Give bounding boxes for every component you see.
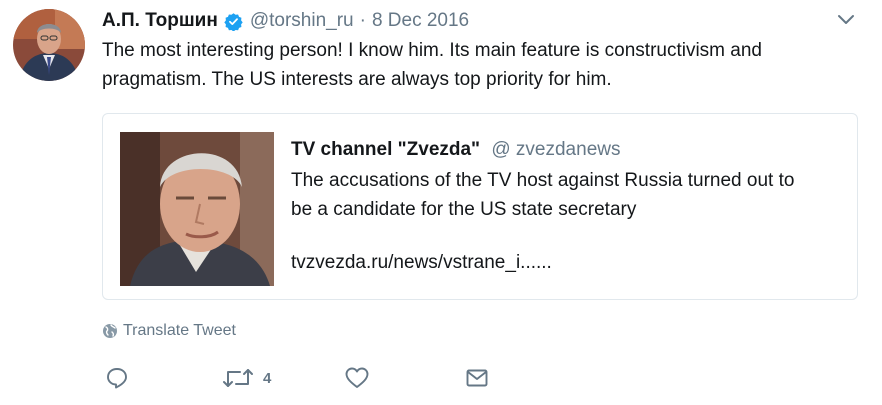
tweet-text: The most interesting person! I know him.…: [102, 36, 862, 94]
header-separator: ·: [359, 10, 366, 31]
tweet-text-line: The most interesting person! I know him.…: [102, 40, 762, 61]
tweet-text-line: pragmatism. The US interests are always …: [102, 69, 612, 90]
translate-label: Translate Tweet: [123, 322, 236, 339]
tweet-actions: 4: [0, 365, 882, 395]
quoted-author-handle: @ zvezdanews: [491, 139, 621, 160]
quoted-tweet-body: TV channel "Zvezda" @ zvezdanews The acc…: [291, 136, 851, 277]
reply-button[interactable]: [105, 365, 129, 391]
envelope-icon: [466, 369, 488, 387]
quoted-tweet-header: TV channel "Zvezda" @ zvezdanews: [291, 136, 851, 164]
quoted-tweet-text: The accusations of the TV host against R…: [291, 166, 851, 224]
retweet-count: 4: [263, 369, 272, 387]
quoted-tweet-image: [120, 132, 274, 286]
translate-tweet-button[interactable]: Translate Tweet: [102, 320, 236, 342]
quoted-tweet-card[interactable]: TV channel "Zvezda" @ zvezdanews The acc…: [102, 113, 858, 300]
author-handle[interactable]: @torshin_ru: [250, 10, 354, 32]
retweet-button[interactable]: 4: [221, 365, 271, 391]
quoted-text-line: be a candidate for the US state secretar…: [291, 199, 637, 220]
direct-message-button[interactable]: [465, 365, 489, 391]
reply-icon: [107, 368, 127, 389]
quoted-author-name: TV channel "Zvezda": [291, 139, 481, 160]
retweet-icon: [223, 369, 253, 387]
heart-icon: [345, 367, 369, 388]
author-avatar[interactable]: [13, 9, 85, 81]
globe-icon: [103, 324, 117, 338]
verified-badge-icon: [224, 12, 243, 32]
like-button[interactable]: [344, 365, 370, 391]
chevron-down-icon[interactable]: [836, 13, 856, 27]
tweet-date[interactable]: 8 Dec 2016: [372, 10, 469, 32]
quoted-text-line: The accusations of the TV host against R…: [291, 170, 795, 191]
author-name[interactable]: А.П. Торшин: [102, 10, 218, 32]
tweet-header: А.П. Торшин @torshin_ru · 8 Dec 2016: [102, 8, 469, 34]
quoted-tweet-link[interactable]: tvzvezda.ru/news/vstrane_i......: [291, 248, 851, 277]
